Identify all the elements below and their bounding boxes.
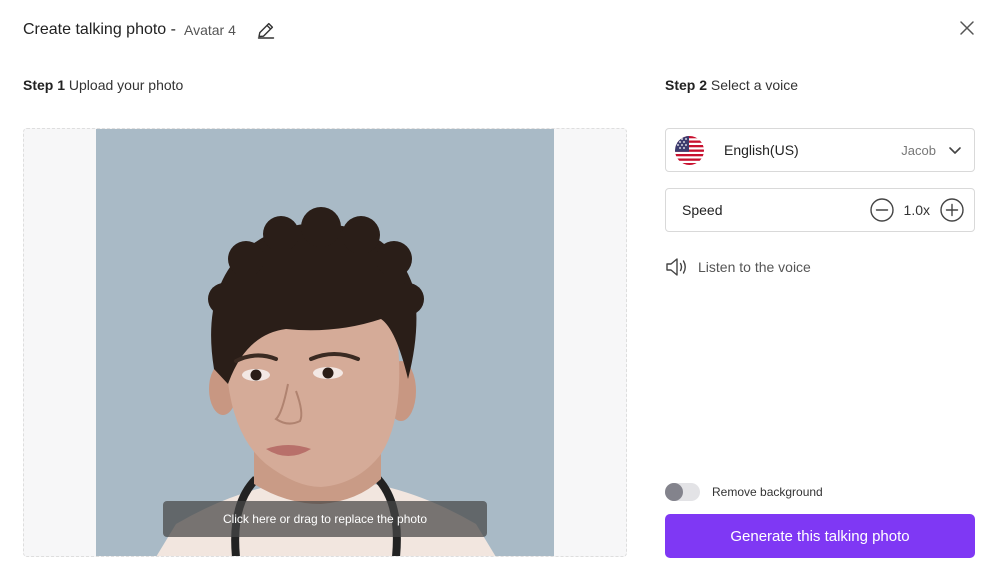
chevron-down-icon[interactable] <box>948 143 962 157</box>
create-talking-photo-dialog: Create talking photo - Avatar 4 Step 1 U… <box>0 0 999 579</box>
uploaded-photo <box>96 129 554 556</box>
voice-language-select[interactable]: English(US) Jacob <box>665 128 975 172</box>
generate-talking-photo-button[interactable]: Generate this talking photo <box>665 514 975 558</box>
step1-number: Step 1 <box>23 77 66 93</box>
speed-label: Speed <box>682 202 723 218</box>
minus-circle-icon[interactable] <box>869 198 894 222</box>
us-flag-icon <box>675 135 704 165</box>
step1-heading: Step 1 Upload your photo <box>23 77 183 93</box>
step1-label: Upload your photo <box>68 77 184 93</box>
speaker-icon <box>665 256 689 278</box>
photo-upload-area[interactable]: Click here or drag to replace the photo <box>23 128 627 557</box>
remove-background-label: Remove background <box>712 485 823 499</box>
speed-value: 1.0x <box>903 202 930 218</box>
dialog-title: Create talking photo - <box>23 21 176 38</box>
remove-background-toggle[interactable] <box>665 483 700 501</box>
toggle-knob <box>665 483 683 501</box>
dialog-header: Create talking photo - Avatar 4 <box>23 18 276 42</box>
step2-number: Step 2 <box>665 77 708 93</box>
step2-label: Select a voice <box>710 77 799 93</box>
avatar-name[interactable]: Avatar 4 <box>184 22 236 38</box>
plus-circle-icon[interactable] <box>940 198 964 222</box>
edit-pencil-icon[interactable] <box>256 20 276 40</box>
listen-voice-label: Listen to the voice <box>698 259 811 275</box>
selected-voice: Jacob <box>901 142 936 158</box>
close-icon[interactable] <box>959 20 975 36</box>
replace-photo-hint[interactable]: Click here or drag to replace the photo <box>163 501 487 537</box>
step2-heading: Step 2 Select a voice <box>665 77 798 93</box>
remove-background-option: Remove background <box>665 482 823 502</box>
selected-language: English(US) <box>724 142 799 158</box>
listen-voice-button[interactable]: Listen to the voice <box>665 256 811 278</box>
speed-control: Speed 1.0x <box>665 188 975 232</box>
